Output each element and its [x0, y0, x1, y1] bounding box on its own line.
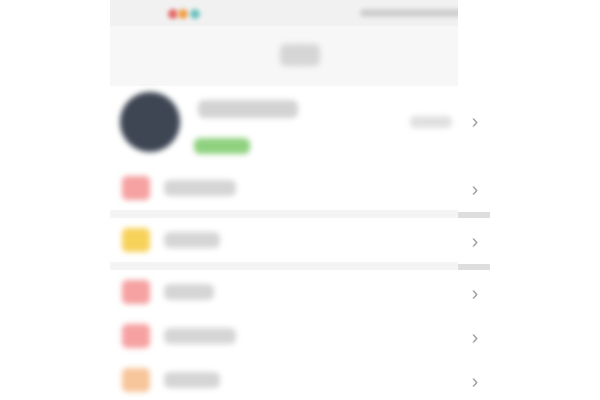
divider: [458, 264, 490, 270]
menu-item-label: [164, 180, 236, 196]
chevron-right-icon[interactable]: ›: [465, 180, 485, 200]
chevron-right-icon[interactable]: ›: [465, 284, 485, 304]
menu-icon-red: [122, 280, 150, 304]
chevron-right-icon[interactable]: ›: [465, 112, 485, 132]
chevron-right-icon[interactable]: ›: [465, 328, 485, 348]
chevron-right-icon[interactable]: ›: [465, 372, 485, 392]
status-bar: [110, 0, 490, 26]
menu-icon-orange: [122, 368, 150, 392]
menu-item[interactable]: [110, 270, 458, 314]
menu-icon-red: [122, 324, 150, 348]
status-icon-red: [168, 9, 178, 19]
profile-card[interactable]: [110, 86, 458, 166]
menu-item[interactable]: [110, 218, 458, 262]
menu-item-label: [164, 372, 220, 388]
phone-screen: › › › › › ›: [110, 0, 490, 400]
menu-item-label: [164, 284, 214, 300]
menu-item-label: [164, 232, 220, 248]
menu-item[interactable]: [110, 166, 458, 210]
profile-name: [198, 100, 298, 118]
divider: [458, 212, 490, 218]
status-icon-orange: [178, 9, 188, 19]
nav-bar: [110, 26, 490, 86]
profile-badge: [194, 138, 250, 154]
menu-icon-red: [122, 176, 150, 200]
profile-extra: [410, 116, 452, 128]
menu-item[interactable]: [110, 358, 458, 400]
menu-icon-yellow: [122, 228, 150, 252]
avatar[interactable]: [120, 92, 180, 152]
menu-item-label: [164, 328, 236, 344]
status-icon-teal: [190, 9, 200, 19]
chevron-right-icon[interactable]: ›: [465, 232, 485, 252]
nav-title: [280, 44, 320, 66]
menu-item[interactable]: [110, 314, 458, 358]
